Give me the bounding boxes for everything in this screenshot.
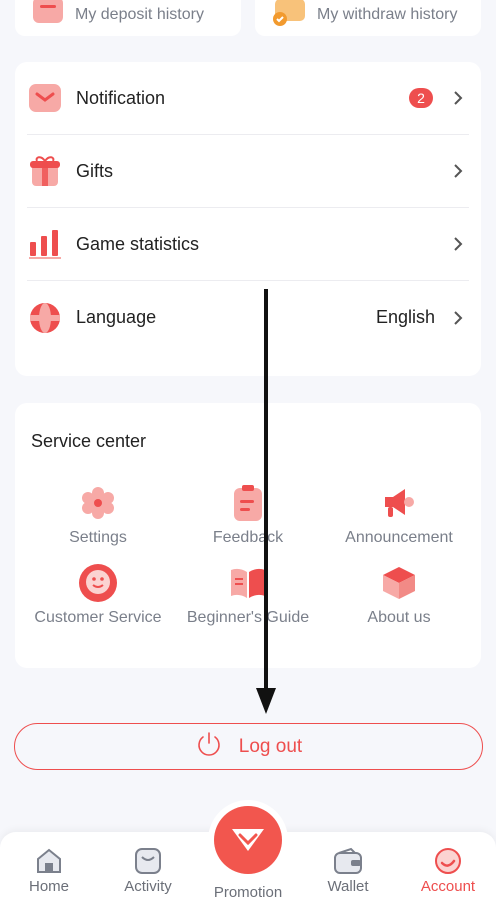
- gear-icon: [76, 483, 120, 523]
- about-us-label: About us: [367, 609, 431, 626]
- tab-account-label: Account: [420, 878, 476, 895]
- settings-menu-card: Notification 2 Gifts Game statistics Lan…: [15, 62, 481, 376]
- deposit-history-card[interactable]: My deposit history: [15, 0, 241, 36]
- service-item-announcement[interactable]: Announcement: [321, 483, 477, 547]
- gift-icon: [27, 153, 63, 189]
- bar-chart-icon: [27, 226, 63, 262]
- wallet-icon: [333, 846, 363, 876]
- beginners-guide-label: Beginner's Guide: [186, 609, 310, 626]
- annotation-arrow-head: [256, 688, 276, 714]
- customer-service-label: Customer Service: [34, 609, 162, 626]
- menu-row-language[interactable]: Language English: [27, 281, 469, 354]
- service-item-about-us[interactable]: About us: [321, 563, 477, 627]
- tab-activity-label: Activity: [124, 878, 172, 895]
- deposit-history-icon: [31, 0, 65, 32]
- menu-row-notification[interactable]: Notification 2: [27, 62, 469, 135]
- service-center-title: Service center: [31, 431, 147, 451]
- feedback-label: Feedback: [212, 529, 284, 546]
- cube-icon: [377, 563, 421, 603]
- menu-row-gifts[interactable]: Gifts: [27, 135, 469, 208]
- deposit-history-label: My deposit history: [75, 6, 204, 23]
- withdraw-history-icon: [271, 0, 307, 32]
- menu-row-game-statistics[interactable]: Game statistics: [27, 208, 469, 281]
- tab-account[interactable]: Account: [398, 846, 496, 895]
- game-statistics-label: Game statistics: [76, 233, 200, 254]
- chevron-right-icon: [451, 235, 465, 253]
- withdraw-history-card[interactable]: My withdraw history: [255, 0, 481, 36]
- tab-promotion[interactable]: [214, 806, 282, 874]
- logout-button[interactable]: Log out: [14, 723, 483, 770]
- tab-wallet-label: Wallet: [327, 878, 369, 895]
- chevron-right-icon: [451, 162, 465, 180]
- logout-label: Log out: [238, 735, 303, 757]
- tab-wallet[interactable]: Wallet: [298, 846, 398, 895]
- chevron-right-icon: [451, 309, 465, 327]
- notification-count-badge: 2: [409, 88, 433, 108]
- service-item-settings[interactable]: Settings: [20, 483, 176, 547]
- language-label: Language: [76, 307, 157, 327]
- service-center-card: Service center Settings Feedback Announc…: [15, 403, 481, 668]
- power-icon: [195, 730, 223, 763]
- annotation-arrow-shaft: [264, 289, 268, 689]
- notification-label: Notification: [76, 87, 166, 108]
- announcement-label: Announcement: [345, 529, 453, 546]
- diamond-icon: [230, 823, 266, 858]
- megaphone-icon: [377, 483, 421, 523]
- activity-icon: [133, 846, 163, 876]
- service-item-feedback[interactable]: Feedback: [170, 483, 326, 547]
- service-item-customer-service[interactable]: Customer Service: [20, 563, 176, 627]
- home-icon: [34, 846, 64, 876]
- withdraw-history-label: My withdraw history: [317, 6, 458, 23]
- chevron-right-icon: [451, 89, 465, 107]
- chat-face-icon: [76, 563, 120, 603]
- gifts-label: Gifts: [76, 160, 114, 181]
- service-item-beginners-guide[interactable]: Beginner's Guide: [170, 563, 326, 627]
- tab-home[interactable]: Home: [0, 846, 99, 895]
- tab-activity[interactable]: Activity: [98, 846, 198, 895]
- tab-promotion-label: Promotion: [213, 884, 283, 901]
- settings-label: Settings: [69, 529, 127, 546]
- history-shortcuts: My deposit history My withdraw history: [15, 0, 481, 36]
- globe-icon: [27, 300, 63, 336]
- tab-home-label: Home: [28, 878, 69, 895]
- language-value: English: [375, 307, 435, 327]
- account-icon: [433, 846, 463, 876]
- envelope-icon: [27, 80, 63, 116]
